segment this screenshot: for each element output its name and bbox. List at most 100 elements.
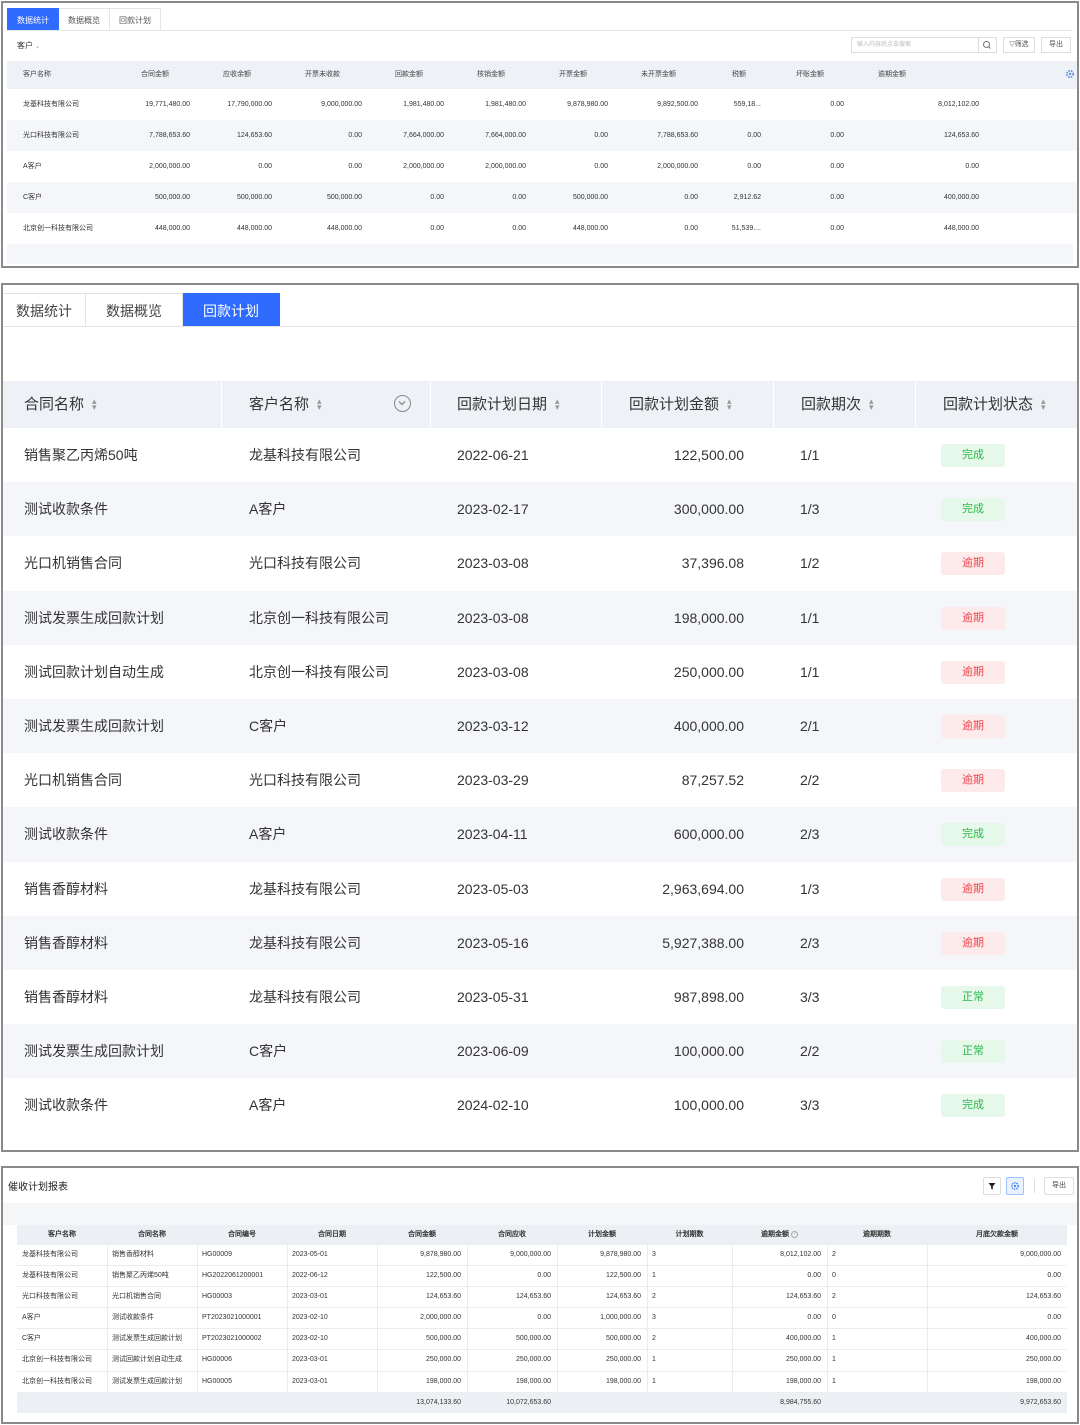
column-header[interactable]: 开票金额 (559, 61, 587, 89)
column-header[interactable]: 应收余额 (223, 61, 251, 89)
table-row[interactable]: 测试发票生成回款计划 C客户 2023-03-12 400,000.00 2/1 逾期 (3, 698, 1077, 754)
period-cell: 3/3 (800, 1097, 820, 1114)
table-row[interactable]: 测试收款条件 A客户 2023-04-11 600,000.00 2/3 完成 (3, 807, 1077, 862)
table-row[interactable]: 光口科技有限公司 光口机销售合同 HG00003 2023-03-01 124,653.… (17, 1287, 1067, 1309)
sort-icon[interactable]: ▴ ▾ (1041, 397, 1046, 412)
column-header[interactable]: 核销金额 (477, 61, 505, 89)
column-divider (287, 1371, 288, 1392)
column-header[interactable]: 回款计划金额 ▴ ▾ (629, 381, 732, 428)
table-row[interactable]: 测试收款条件 A客户 2023-02-17 300,000.00 1/3 完成 (3, 482, 1077, 537)
amount-cell: 9,000,000.00 (321, 101, 362, 108)
table-row[interactable]: 销售香醇材料 龙基科技有限公司 2023-05-16 5,927,388.00 2/3 逾… (3, 915, 1077, 970)
table-row[interactable]: A客户 2,000,000.00 0.00 0.00 2,000,000.00 2,000… (7, 151, 1077, 182)
column-header[interactable]: 月底欠款金额 (927, 1225, 1067, 1245)
column-header[interactable]: 客户名称 ▴ ▾ (249, 381, 322, 428)
period-cell: 2/3 (800, 826, 820, 843)
help-icon[interactable]: ? (791, 1230, 798, 1238)
column-header[interactable]: 合同金额 (377, 1225, 467, 1245)
export-button[interactable]: 导出 (1041, 37, 1071, 53)
sort-icon[interactable]: ▴ ▾ (317, 397, 322, 412)
column-header[interactable]: 计划期数 (647, 1225, 732, 1245)
table-row[interactable]: 龙基科技有限公司 销售香醇材料 HG00009 2023-05-01 9,878,980… (17, 1245, 1067, 1267)
column-header[interactable]: 回款计划状态 ▴ ▾ (943, 381, 1046, 428)
search-input[interactable]: 输入内容后点击搜索 (851, 37, 979, 53)
tab-data-overview[interactable]: 数据概览 (59, 8, 110, 31)
table-row[interactable]: A客户 测试收款条件 PT2023021000001 2023-02-10 2,000,… (17, 1308, 1067, 1330)
column-header[interactable]: 客户名称 (23, 61, 51, 89)
tab-data-stats[interactable]: 数据统计 (7, 8, 59, 31)
table-row[interactable]: 龙基科技有限公司 19,771,480.00 17,790,000.00 9,000,… (7, 89, 1077, 120)
column-header[interactable]: 回款金额 (395, 61, 423, 89)
amount-cell: 0.00 (512, 194, 526, 201)
sort-icon[interactable]: ▴ ▾ (727, 397, 732, 412)
sort-icon[interactable]: ▴ ▾ (92, 397, 97, 412)
amount-cell: 8,012,102.00 (938, 101, 979, 108)
filter-button[interactable]: ▽筛选 (1003, 37, 1035, 53)
column-header[interactable]: 合同日期 (287, 1225, 377, 1245)
table-row[interactable]: 测试收款条件 A客户 2024-02-10 100,000.00 3/3 完成 (3, 1078, 1077, 1132)
table-row[interactable]: 龙基科技有限公司 销售聚乙丙烯50吨 HG2022061200001 2022-06-… (17, 1266, 1067, 1288)
amount-cell: 1,981,480.00 (485, 101, 526, 108)
column-header[interactable]: 合同金额 (141, 61, 169, 89)
table-row[interactable]: 销售香醇材料 龙基科技有限公司 2023-05-03 2,963,694.00 1/3 逾… (3, 862, 1077, 916)
report-cell: 测试收款条件 (112, 1314, 154, 1322)
table-row[interactable]: 销售聚乙丙烯50吨 龙基科技有限公司 2022-06-21 122,500.00 1/1… (3, 428, 1077, 482)
period-cell: 2/2 (800, 772, 820, 789)
column-filter-icon[interactable] (394, 395, 411, 412)
settings-button[interactable] (1006, 1177, 1024, 1195)
filter-button[interactable] (983, 1177, 1001, 1195)
column-divider (827, 1287, 828, 1308)
amount-cell: 2,000,000.00 (149, 163, 190, 170)
tab-data-stats[interactable]: 数据统计 (3, 293, 86, 327)
column-header[interactable]: 合同名称 ▴ ▾ (24, 381, 97, 428)
gear-icon[interactable] (1065, 69, 1075, 79)
column-header[interactable]: 坏账金额 (796, 61, 824, 89)
column-header[interactable]: 合同编号 (197, 1225, 287, 1245)
column-header[interactable]: 计划金额 (557, 1225, 647, 1245)
table-row[interactable]: 光口机销售合同 光口科技有限公司 2023-03-29 87,257.52 2/2 逾期 (3, 753, 1077, 807)
contract-name-cell: 光口机销售合同 (24, 772, 122, 789)
table-row[interactable]: 测试回款计划自动生成 北京创一科技有限公司 2023-03-08 250,000.00… (3, 645, 1077, 699)
contract-name-cell: 测试收款条件 (24, 501, 108, 518)
plan-amount-cell: 600,000.00 (673, 826, 744, 843)
table-row[interactable]: 光口机销售合同 光口科技有限公司 2023-03-08 37,396.08 1/2 逾期 (3, 536, 1077, 590)
column-divider (107, 1266, 108, 1287)
column-header[interactable]: 回款计划日期 ▴ ▾ (457, 381, 560, 428)
table-row[interactable]: C客户 500,000.00 500,000.00 500,000.00 0.00 0.0… (7, 182, 1077, 213)
customer-filter-dropdown[interactable]: 客户 ⌄ (17, 40, 40, 51)
column-header[interactable]: 回款期次 ▴ ▾ (801, 381, 874, 428)
table-row[interactable]: 北京创一科技有限公司 测试回款计划自动生成 HG00006 2023-03-01 250… (17, 1350, 1067, 1372)
table-row[interactable]: 北京创一科技有限公司 测试发票生成回款计划 HG00005 2023-03-01 198… (17, 1371, 1067, 1393)
column-header[interactable]: 合同名称 (107, 1225, 197, 1245)
report-cell: 1 (652, 1356, 656, 1364)
column-header[interactable]: 逾期期数 (827, 1225, 927, 1245)
tab-payment-plan[interactable]: 回款计划 (183, 293, 280, 327)
search-button[interactable] (979, 37, 997, 53)
column-header[interactable]: 逾期金额 (878, 61, 906, 89)
column-header[interactable]: 逾期金额? (732, 1225, 827, 1245)
table-row[interactable]: C客户 测试发票生成回款计划 PT2023021000002 2023-02-10 50… (17, 1329, 1067, 1351)
export-button[interactable]: 导出 (1044, 1177, 1074, 1195)
customer-name-cell: 龙基科技有限公司 (249, 447, 361, 463)
column-header[interactable]: 税额 (732, 61, 746, 89)
amount-cell: 7,664,000.00 (485, 132, 526, 139)
tab-payment-plan[interactable]: 回款计划 (110, 8, 161, 31)
report-cell: 0.00 (807, 1314, 821, 1322)
column-header[interactable]: 开票未收款 (305, 61, 340, 89)
customer-name-cell: C客户 (249, 1043, 288, 1060)
report-cell: HG00005 (202, 1377, 232, 1385)
column-header[interactable]: 合同应收 (467, 1225, 557, 1245)
column-header[interactable]: 客户名称 (17, 1225, 107, 1245)
plan-amount-cell: 2,963,694.00 (662, 880, 744, 897)
table-row[interactable]: 测试发票生成回款计划 C客户 2023-06-09 100,000.00 2/2 正常 (3, 1024, 1077, 1079)
table-row[interactable]: 北京创一科技有限公司 448,000.00 448,000.00 448,000.00… (7, 213, 1077, 244)
amount-cell: 0.00 (430, 194, 444, 201)
sort-icon[interactable]: ▴ ▾ (869, 397, 874, 412)
sort-icon[interactable]: ▴ ▾ (555, 397, 560, 412)
table-row[interactable]: 测试发票生成回款计划 北京创一科技有限公司 2023-03-08 198,000.00… (3, 590, 1077, 645)
table-row[interactable]: 光口科技有限公司 7,788,653.60 124,653.60 0.00 7,664,… (7, 120, 1077, 151)
tab-data-overview[interactable]: 数据概览 (86, 293, 183, 327)
column-header[interactable]: 未开票金额 (641, 61, 676, 89)
column-divider (197, 1266, 198, 1287)
table-row[interactable]: 销售香醇材料 龙基科技有限公司 2023-05-31 987,898.00 3/3 正常 (3, 970, 1077, 1024)
